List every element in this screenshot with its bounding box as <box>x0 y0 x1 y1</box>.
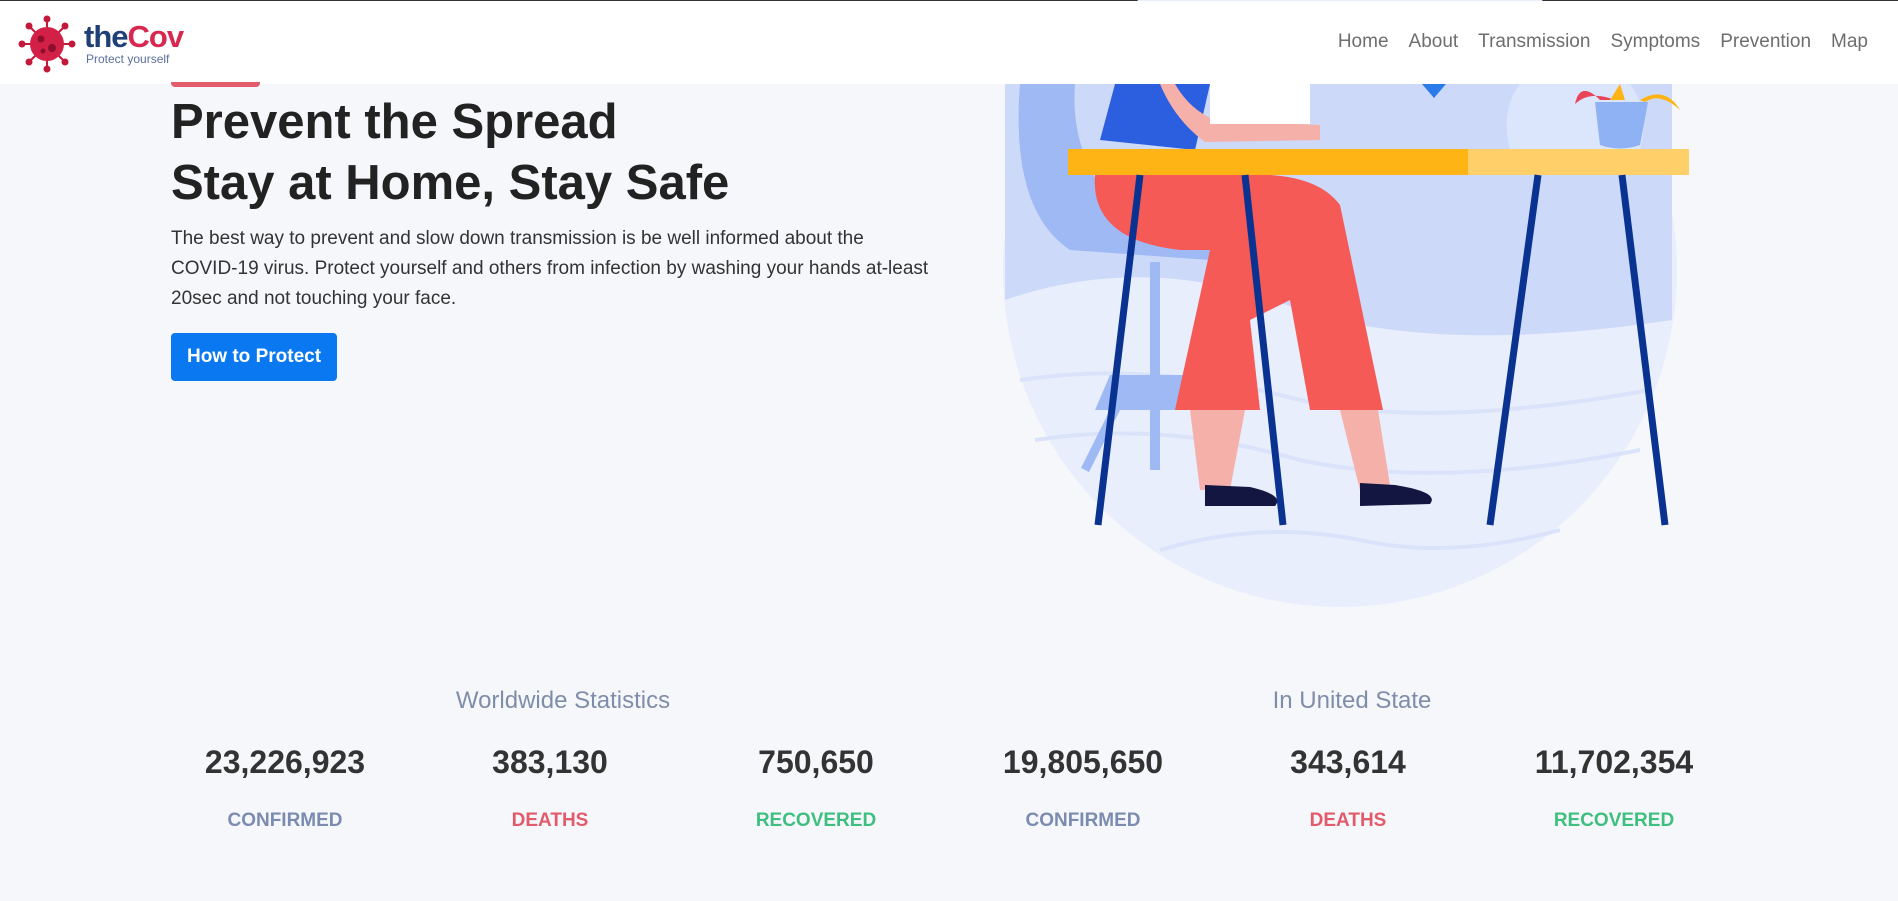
worldwide-recovered-value: 750,650 <box>758 744 874 780</box>
worldwide-confirmed-value: 23,226,923 <box>204 744 366 780</box>
worldwide-deaths-value: 383,130 <box>492 744 608 780</box>
us-recovered-label: RECOVERED <box>1553 810 1675 831</box>
virus-icon <box>18 15 76 73</box>
site-header: theCov Protect yourself Home About Trans… <box>0 1 1898 84</box>
us-stats-title: In United State <box>1272 687 1432 714</box>
us-recovered-value: 11,702,354 <box>1534 744 1694 780</box>
us-deaths-label: DEATHS <box>1309 810 1387 831</box>
how-to-protect-button[interactable]: How to Protect <box>171 333 337 381</box>
logo[interactable]: theCov Protect yourself <box>18 15 185 73</box>
hero-title-line1: Prevent the Spread <box>171 95 618 149</box>
nav-home[interactable]: Home <box>1338 31 1389 53</box>
hero-title-line2: Stay at Home, Stay Safe <box>171 156 730 210</box>
nav-map[interactable]: Map <box>1831 31 1868 53</box>
logo-the: the <box>84 19 128 54</box>
logo-tagline: Protect yourself <box>86 52 170 66</box>
worldwide-recovered-label: RECOVERED <box>755 810 877 831</box>
hero-description: The best way to prevent and slow down tr… <box>171 228 929 309</box>
logo-text: theCov Protect yourself <box>84 19 185 66</box>
us-confirmed-value: 19,805,650 <box>1002 744 1164 780</box>
nav-symptoms[interactable]: Symptoms <box>1610 31 1700 53</box>
worldwide-confirmed-label: CONFIRMED <box>227 810 343 831</box>
hero-title: Prevent the Spread Stay at Home, Stay Sa… <box>171 92 729 214</box>
main-nav: Home About Transmission Symptoms Prevent… <box>1338 31 1868 53</box>
worldwide-deaths-label: DEATHS <box>511 810 589 831</box>
nav-transmission[interactable]: Transmission <box>1478 31 1590 53</box>
logo-cov: Cov <box>127 19 185 54</box>
worldwide-stats-title: Worldwide Statistics <box>455 687 671 714</box>
nav-prevention[interactable]: Prevention <box>1720 31 1811 53</box>
us-deaths-value: 343,614 <box>1290 744 1406 780</box>
us-confirmed-label: CONFIRMED <box>1025 810 1141 831</box>
nav-about[interactable]: About <box>1409 31 1459 53</box>
hero-badge <box>171 82 260 87</box>
